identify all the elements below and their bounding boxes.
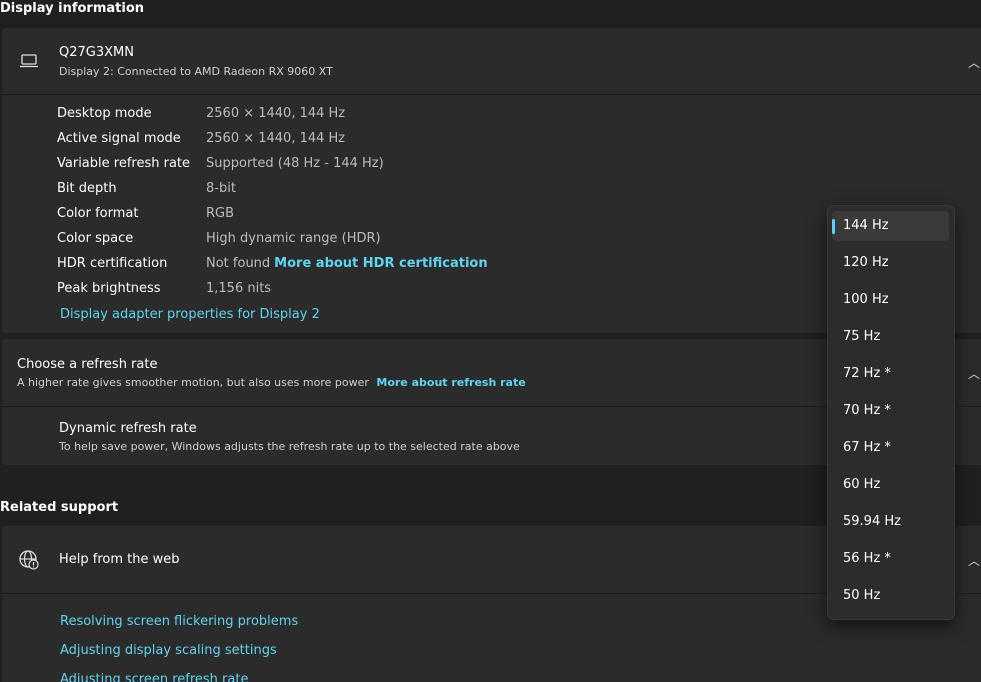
related-support-heading: Related support	[0, 500, 119, 515]
refresh-rate-option[interactable]: 67 Hz *	[832, 433, 949, 463]
refresh-rate-option[interactable]: 120 Hz	[832, 248, 949, 278]
info-label: Color format	[57, 206, 139, 221]
dynamic-refresh-subtitle: To help save power, Windows adjusts the …	[59, 440, 520, 453]
refresh-rate-option-label: 50 Hz	[843, 588, 881, 603]
monitor-subtitle: Display 2: Connected to AMD Radeon RX 90…	[59, 65, 333, 78]
info-label: Color space	[57, 231, 134, 246]
refresh-rate-option-label: 67 Hz *	[843, 440, 891, 455]
info-value-text: High dynamic range (HDR)	[206, 231, 381, 246]
refresh-rate-link[interactable]: More about refresh rate	[376, 376, 525, 389]
refresh-rate-subtitle: A higher rate gives smoother motion, but…	[17, 376, 526, 389]
info-value: Not found More about HDR certification	[206, 255, 488, 273]
display-adapter-link[interactable]: Display adapter properties for Display 2	[60, 306, 320, 324]
info-value: 2560 × 1440, 144 Hz	[206, 130, 345, 148]
info-label: Desktop mode	[57, 106, 152, 121]
refresh-rate-option-label: 120 Hz	[843, 255, 889, 270]
refresh-rate-option-label: 59.94 Hz	[843, 514, 901, 529]
info-value-text: 2560 × 1440, 144 Hz	[206, 131, 346, 146]
info-value: High dynamic range (HDR)	[206, 230, 381, 248]
refresh-rate-option[interactable]: 72 Hz *	[832, 359, 949, 389]
help-link[interactable]: Adjusting display scaling settings	[60, 642, 277, 660]
info-value: 1,156 nits	[206, 280, 271, 298]
laptop-icon	[20, 54, 38, 68]
info-label: Bit depth	[57, 181, 117, 196]
refresh-rate-option[interactable]: 100 Hz	[832, 285, 949, 315]
dynamic-refresh-title: Dynamic refresh rate	[59, 421, 197, 436]
info-value: RGB	[206, 205, 234, 223]
info-label: HDR certification	[57, 256, 168, 271]
refresh-rate-option-label: 56 Hz *	[843, 551, 891, 566]
globe-help-icon	[19, 550, 39, 570]
refresh-rate-option-label: 100 Hz	[843, 292, 889, 307]
help-web-title: Help from the web	[59, 552, 180, 567]
refresh-rate-dropdown[interactable]: 144 Hz 120 Hz 100 Hz 75 Hz 72 Hz * 70 Hz * 67 …	[827, 205, 955, 620]
refresh-rate-option-label: 60 Hz	[843, 477, 881, 492]
refresh-rate-option[interactable]: 70 Hz *	[832, 396, 949, 426]
refresh-rate-option-label: 144 Hz	[843, 218, 889, 233]
chevron-up-icon[interactable]: ︿	[968, 54, 980, 71]
refresh-rate-option[interactable]: 59.94 Hz	[832, 507, 949, 537]
info-value: 8-bit	[206, 180, 236, 198]
info-label: Peak brightness	[57, 281, 161, 296]
info-label: Variable refresh rate	[57, 156, 191, 171]
refresh-rate-option[interactable]: 60 Hz	[832, 470, 949, 500]
settings-page: Display information Q27G3XMN Display 2: …	[0, 0, 981, 682]
monitor-name: Q27G3XMN	[59, 45, 134, 60]
info-value-text: 1,156 nits	[206, 281, 272, 296]
refresh-rate-option-label: 75 Hz	[843, 329, 881, 344]
hdr-certification-link[interactable]: More about HDR certification	[274, 256, 487, 271]
refresh-rate-option[interactable]: 50 Hz	[832, 581, 949, 611]
info-value-text: RGB	[206, 206, 235, 221]
info-value: Supported (48 Hz - 144 Hz)	[206, 155, 384, 173]
refresh-rate-option[interactable]: 75 Hz	[832, 322, 949, 352]
refresh-rate-title: Choose a refresh rate	[17, 357, 158, 372]
selection-indicator	[832, 219, 835, 234]
info-value-text: 8-bit	[206, 181, 236, 196]
refresh-rate-option[interactable]: 144 Hz	[832, 211, 949, 241]
chevron-up-icon[interactable]: ︿	[968, 552, 980, 569]
info-value-text: Supported (48 Hz - 144 Hz)	[206, 156, 384, 171]
refresh-rate-option-label: 72 Hz *	[843, 366, 891, 381]
refresh-rate-option-label: 70 Hz *	[843, 403, 891, 418]
chevron-up-icon[interactable]: ︿	[968, 365, 980, 382]
info-value-text: Not found	[206, 256, 271, 271]
help-link[interactable]: Adjusting screen refresh rate	[60, 671, 248, 682]
info-value: 2560 × 1440, 144 Hz	[206, 105, 345, 123]
info-value-text: 2560 × 1440, 144 Hz	[206, 106, 346, 121]
display-info-heading: Display information	[0, 1, 145, 16]
help-link[interactable]: Resolving screen flickering problems	[60, 613, 298, 631]
display-adapter-link-text[interactable]: Display adapter properties for Display 2	[60, 307, 320, 322]
info-label: Active signal mode	[57, 131, 181, 146]
refresh-rate-subtitle-text: A higher rate gives smoother motion, but…	[17, 376, 369, 389]
display-info-header[interactable]: Q27G3XMN Display 2: Connected to AMD Rad…	[2, 28, 981, 95]
refresh-rate-option[interactable]: 56 Hz *	[832, 544, 949, 574]
